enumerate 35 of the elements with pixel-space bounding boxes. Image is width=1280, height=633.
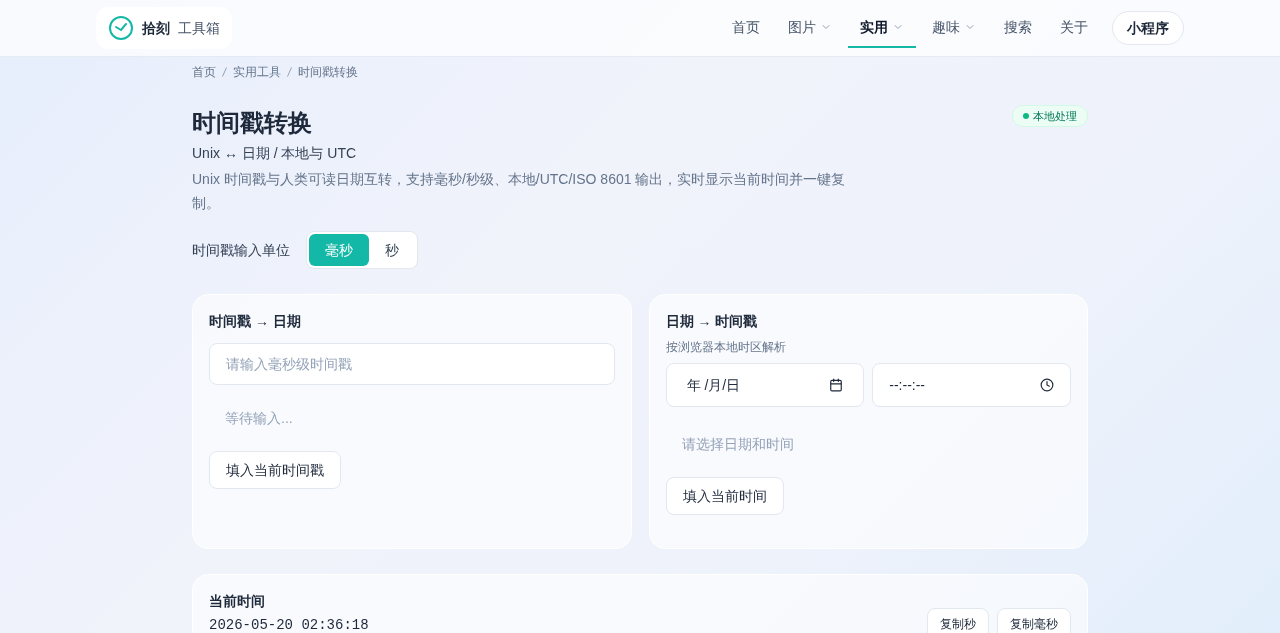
separator-icon (287, 67, 292, 77)
breadcrumb-item[interactable]: 实用工具 (233, 64, 281, 80)
nav-link[interactable]: 图片 (776, 8, 844, 48)
nav-link[interactable]: 实用 (848, 8, 916, 48)
calendar-icon (829, 378, 844, 392)
result-text: 等待输入... (224, 409, 294, 428)
fill-now-button[interactable]: 填入当前时间戳 (209, 451, 341, 489)
brand-subtitle: 工具箱 (178, 19, 220, 38)
card-title: 当前时间 (209, 592, 266, 611)
unit-option[interactable]: 秒 (369, 234, 415, 266)
breadcrumb-item: 时间戳转换 (298, 64, 358, 80)
nav-link[interactable]: 搜索 (992, 8, 1044, 48)
brand-name: 拾刻 (142, 19, 170, 38)
page-description: Unix 时间戳与人类可读日期互转，支持毫秒/秒级、本地/UTC/ISO 8601 输出，实时显示当前时间并一键复制。 (192, 170, 847, 213)
current-time: 2026-05-20 02:36:18 (209, 616, 369, 633)
breadcrumb-item[interactable]: 首页 (192, 64, 216, 80)
copy-button[interactable]: 复制秒 (927, 608, 989, 633)
page-subtitle: Unix ↔ 日期 / 本地与 UTC (192, 144, 358, 163)
card-title: 时间戳 → 日期 (209, 312, 302, 331)
unit-label: 时间戳输入单位 (192, 241, 290, 260)
separator-icon (222, 67, 227, 77)
nav-link[interactable]: 首页 (720, 8, 772, 48)
timestamp-input[interactable]: 请输入毫秒级时间戳 (209, 343, 615, 385)
nav-link[interactable]: 趣味 (920, 8, 988, 48)
time-field[interactable]: --:--:-- (872, 363, 1071, 407)
status-badge: 本地处理 (1012, 105, 1088, 127)
copy-button[interactable]: 复制毫秒 (997, 608, 1071, 633)
card-title: 日期 → 时间戳 (665, 312, 759, 331)
hint-text: 按浏览器本地时区解析 (665, 339, 787, 355)
date-field[interactable]: 年 /月/日 (665, 363, 865, 407)
brand-logo[interactable]: 拾刻 工具箱 (96, 7, 232, 49)
page-title: 时间戳转换 (192, 108, 312, 138)
mini-program-button[interactable]: 小程序 (1112, 11, 1184, 45)
fill-now-button[interactable]: 填入当前时间 (665, 477, 784, 515)
nav-link[interactable]: 关于 (1048, 8, 1100, 48)
